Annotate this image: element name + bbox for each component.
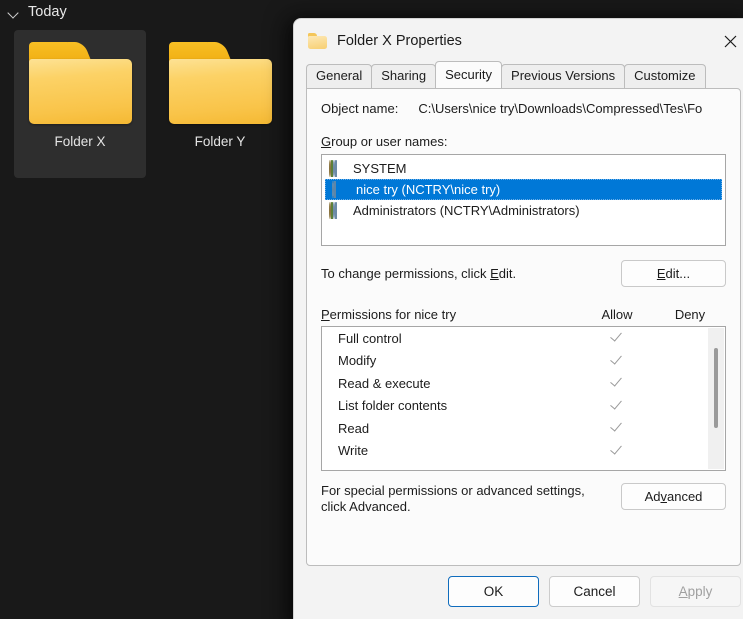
group-or-user-names-list[interactable]: SYSTEM nice try (NCTRY\nice try) Adminis…: [321, 154, 726, 246]
permission-row[interactable]: Full control: [322, 327, 725, 350]
group-icon: [329, 202, 346, 219]
permission-row[interactable]: Modify: [322, 350, 725, 373]
ok-button[interactable]: OK: [448, 575, 539, 607]
group-header-label: Today: [28, 4, 67, 20]
permissions-for-label: Permissions for nice try: [321, 307, 457, 322]
principal-row-system[interactable]: SYSTEM: [322, 158, 725, 179]
principal-name: nice try (NCTRY\nice try): [356, 182, 501, 197]
allow-checkbox[interactable]: [579, 420, 653, 436]
advanced-button[interactable]: Advanced: [621, 483, 726, 510]
file-tile-folder-y[interactable]: Folder Y: [154, 30, 286, 178]
tab-general[interactable]: General: [306, 64, 373, 88]
cancel-button[interactable]: Cancel: [549, 575, 640, 607]
tab-previous-versions[interactable]: Previous Versions: [501, 64, 626, 88]
permission-name: Read & execute: [338, 375, 431, 391]
principal-row-administrators[interactable]: Administrators (NCTRY\Administrators): [322, 200, 725, 221]
advanced-hint-text: For special permissions or advanced sett…: [321, 483, 585, 515]
screen: Today Folder X Folder Y Folder X Propert…: [0, 0, 743, 619]
file-icon-grid: Folder X Folder Y: [14, 30, 286, 178]
permissions-list[interactable]: Full control Modify Read & execute List …: [321, 326, 726, 471]
object-name-row: Object name: C:\Users\nice try\Downloads…: [321, 101, 726, 116]
chevron-down-icon[interactable]: [8, 7, 20, 19]
dialog-title: Folder X Properties: [337, 33, 462, 49]
permission-row[interactable]: List folder contents: [322, 395, 725, 418]
group-label-rest: roup or user names:: [331, 134, 448, 149]
permissions-header-row: Permissions for nice try Allow Deny: [321, 307, 726, 322]
group-header-today[interactable]: Today: [8, 4, 67, 20]
group-or-user-names-label: Group or user names:: [321, 134, 448, 149]
permission-name: Full control: [338, 330, 402, 346]
permission-row[interactable]: Write: [322, 440, 725, 463]
allow-checkbox[interactable]: [579, 353, 653, 369]
principal-name: SYSTEM: [353, 161, 407, 176]
object-name-label: Object name:: [321, 101, 399, 116]
group-icon: [329, 160, 346, 177]
object-name-value: C:\Users\nice try\Downloads\Compressed\T…: [418, 101, 703, 116]
edit-button[interactable]: Edit...: [621, 260, 726, 287]
principal-name: Administrators (NCTRY\Administrators): [353, 203, 580, 218]
edit-hint-text: To change permissions, click Edit.: [321, 266, 517, 281]
folder-icon: [28, 42, 132, 124]
user-icon: [332, 181, 349, 198]
security-tab-panel: Object name: C:\Users\nice try\Downloads…: [306, 88, 741, 566]
allow-column-header: Allow: [601, 307, 633, 322]
edit-hint-row: To change permissions, click Edit. Edit.…: [321, 260, 726, 287]
advanced-hint-line2: click Advanced.: [321, 499, 411, 514]
permission-name: Modify: [338, 353, 377, 369]
properties-tabs: General Sharing Security Previous Versio…: [294, 61, 743, 88]
apply-button: Apply: [650, 575, 741, 607]
permissions-scrollbar[interactable]: [708, 328, 724, 469]
tab-security[interactable]: Security: [435, 61, 503, 88]
permission-name: Read: [338, 420, 370, 436]
tab-sharing[interactable]: Sharing: [371, 64, 437, 88]
folder-icon: [168, 42, 272, 124]
allow-checkbox[interactable]: [579, 330, 653, 346]
permission-name: List folder contents: [338, 398, 448, 414]
allow-checkbox[interactable]: [579, 375, 653, 391]
advanced-row: For special permissions or advanced sett…: [321, 483, 726, 515]
permission-name: Write: [338, 443, 369, 459]
advanced-hint-line1: For special permissions or advanced sett…: [321, 483, 585, 498]
file-tile-label: Folder X: [54, 134, 106, 149]
tab-customize[interactable]: Customize: [624, 64, 706, 88]
scrollbar-thumb[interactable]: [714, 348, 718, 428]
allow-checkbox[interactable]: [579, 443, 653, 459]
deny-column-header: Deny: [674, 307, 706, 322]
allow-checkbox[interactable]: [579, 398, 653, 414]
close-icon[interactable]: [707, 19, 743, 63]
file-tile-label: Folder Y: [194, 134, 246, 149]
file-tile-folder-x[interactable]: Folder X: [14, 30, 146, 178]
dialog-titlebar[interactable]: Folder X Properties: [294, 19, 743, 63]
permission-row[interactable]: Read: [322, 417, 725, 440]
principal-row-nice-try[interactable]: nice try (NCTRY\nice try): [325, 179, 722, 200]
folder-properties-dialog: Folder X Properties General Sharing Secu…: [293, 18, 743, 619]
permission-row[interactable]: Read & execute: [322, 372, 725, 395]
folder-icon: [308, 33, 327, 49]
